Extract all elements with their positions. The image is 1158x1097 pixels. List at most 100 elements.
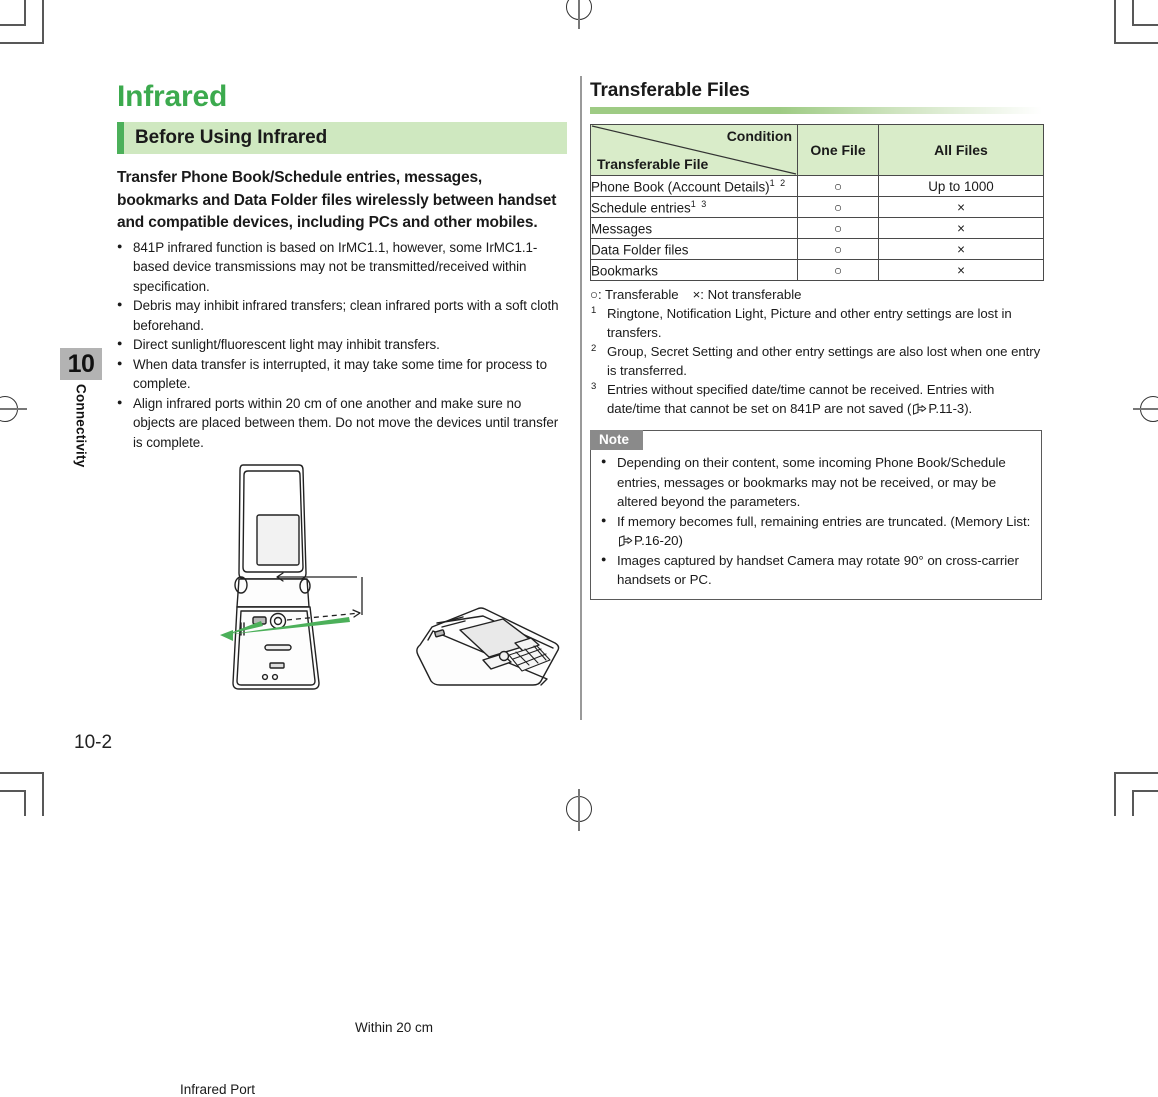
table-cell-one-file: ○ <box>797 259 879 281</box>
table-corner-cell: Condition Transferable File <box>590 124 798 176</box>
table-header-row: Condition Transferable File One File All… <box>590 124 1044 176</box>
crop-mark-bl-h <box>0 790 26 792</box>
note-box: Note Depending on their content, some in… <box>590 430 1042 600</box>
table-body: Phone Book (Account Details)1 2 ○ Up to … <box>590 175 1044 281</box>
table-header-one-file: One File <box>797 124 879 176</box>
note-item-text-after: ) <box>678 533 683 548</box>
table-cell-name: Schedule entries1 3 <box>590 196 798 218</box>
row-name: Data Folder files <box>591 242 689 258</box>
crop-mark-tl-h <box>0 24 26 26</box>
row-name: Messages <box>591 221 653 237</box>
footnote-number: 1 <box>591 305 597 316</box>
footnote-item: 2 Group, Secret Setting and other entry … <box>590 342 1042 380</box>
chapter-number: 10 <box>60 348 102 380</box>
legend-not-transferable: ×: Not transferable <box>692 287 802 302</box>
note-label: Note <box>590 430 643 450</box>
row-name: Schedule entries <box>591 200 691 216</box>
page-number: 10-2 <box>74 732 113 753</box>
page-reference-icon <box>913 403 927 415</box>
note-item-text: If memory becomes full, remaining entrie… <box>617 513 1031 529</box>
table-cell-name: Messages <box>590 217 798 239</box>
table-condition-label: Condition <box>726 128 792 144</box>
footnote-number: 3 <box>591 381 597 392</box>
crop-mark-tr-v2 <box>1114 0 1116 44</box>
note-items-list: Depending on their content, some incomin… <box>601 452 1031 590</box>
crop-mark-br-h <box>1132 790 1158 792</box>
footnote-number: 2 <box>591 343 597 354</box>
table-row: Schedule entries1 3 ○ × <box>590 196 1044 218</box>
intro-paragraph: Transfer Phone Book/Schedule entries, me… <box>117 169 557 231</box>
crop-mark-bl-h2 <box>0 772 44 774</box>
footnote-text: Group, Secret Setting and other entry se… <box>607 344 1041 378</box>
list-item: 841P infrared function is based on IrMC1… <box>117 237 567 297</box>
crop-mark-tl-h2 <box>0 42 44 44</box>
note-ref-target: P.16-20 <box>634 533 679 548</box>
table-cell-one-file: ○ <box>797 196 879 218</box>
row-footnote-ref: 1 3 <box>690 198 708 209</box>
crop-mark-bl-v2 <box>42 772 44 816</box>
transferable-files-table: Condition Transferable File One File All… <box>590 124 1044 281</box>
table-cell-one-file: ○ <box>797 175 879 197</box>
footnote-item: 1 Ringtone, Notification Light, Picture … <box>590 304 1042 342</box>
row-footnote-ref: 1 2 <box>769 177 787 188</box>
table-cell-one-file: ○ <box>797 217 879 239</box>
footnote-ref-target: P.11-3 <box>928 401 965 416</box>
list-item: Align infrared ports within 20 cm of one… <box>117 393 567 453</box>
list-item: Direct sunlight/fluorescent light may in… <box>117 334 567 355</box>
section-heading-accent <box>117 122 124 154</box>
footnote-text: Ringtone, Notification Light, Picture an… <box>607 306 1012 340</box>
table-row: Bookmarks ○ × <box>590 259 1044 281</box>
legend-transferable: ○: Transferable <box>590 287 679 302</box>
section-heading-text: Before Using Infrared <box>135 127 328 148</box>
table-header-all-files: All Files <box>878 124 1044 176</box>
left-column: Infrared Before Using Infrared Transfer … <box>117 80 567 452</box>
table-cell-all-files: × <box>878 259 1044 281</box>
right-column: Transferable Files Condition Transferabl… <box>590 80 1044 600</box>
crop-mark-tr-h <box>1132 24 1158 26</box>
page-title: Infrared <box>117 80 228 113</box>
page-reference-icon <box>619 535 633 547</box>
registration-mark-bottom <box>566 789 592 831</box>
column-divider <box>580 76 582 720</box>
figure-distance-label: Within 20 cm <box>355 1020 434 1035</box>
crop-mark-br-v2 <box>1114 772 1116 816</box>
gradient-rule <box>590 107 1042 114</box>
footnote-text-after: ). <box>964 401 973 416</box>
table-row: Phone Book (Account Details)1 2 ○ Up to … <box>590 175 1044 197</box>
note-item: Depending on their content, some incomin… <box>601 452 1031 512</box>
crop-mark-tr-v <box>1132 0 1134 26</box>
row-name: Bookmarks <box>591 263 658 279</box>
list-item: When data transfer is interrupted, it ma… <box>117 354 567 394</box>
handsets-illustration <box>220 464 560 690</box>
chapter-tab: 10 Connectivity <box>60 348 102 472</box>
footnote-item: 3 Entries without specified date/time ca… <box>590 380 1042 418</box>
registration-mark-right <box>1133 396 1158 422</box>
transferable-files-title: Transferable Files <box>590 80 750 101</box>
footnotes-list: 1 Ringtone, Notification Light, Picture … <box>590 304 1042 418</box>
table-cell-name: Bookmarks <box>590 259 798 281</box>
registration-mark-top <box>566 0 592 29</box>
table-row: Data Folder files ○ × <box>590 238 1044 260</box>
table-cell-all-files: Up to 1000 <box>878 175 1044 197</box>
table-file-label: Transferable File <box>597 156 709 172</box>
crop-mark-br-v <box>1132 790 1134 816</box>
list-item: Debris may inhibit infrared transfers; c… <box>117 295 567 335</box>
table-legend: ○: Transferable ×: Not transferable <box>590 287 1042 302</box>
crop-mark-tr-h2 <box>1114 42 1158 44</box>
usage-notes-list: 841P infrared function is based on IrMC1… <box>117 237 567 453</box>
table-cell-all-files: × <box>878 238 1044 260</box>
table-cell-all-files: × <box>878 217 1044 239</box>
note-item: If memory becomes full, remaining entrie… <box>601 511 1031 551</box>
row-name: Phone Book (Account Details) <box>591 179 770 195</box>
table-cell-name: Data Folder files <box>590 238 798 260</box>
section-heading-bar: Before Using Infrared <box>117 122 567 154</box>
table-row: Messages ○ × <box>590 217 1044 239</box>
table-cell-one-file: ○ <box>797 238 879 260</box>
table-cell-all-files: × <box>878 196 1044 218</box>
crop-mark-tl-v2 <box>42 0 44 44</box>
crop-mark-br-h2 <box>1114 772 1158 774</box>
infrared-ports-figure: Within 20 cm Infrared Port <box>117 455 567 1097</box>
table-cell-name: Phone Book (Account Details)1 2 <box>590 175 798 197</box>
crop-mark-tl-v <box>24 0 26 26</box>
figure-port-label: Infrared Port <box>180 1082 256 1097</box>
